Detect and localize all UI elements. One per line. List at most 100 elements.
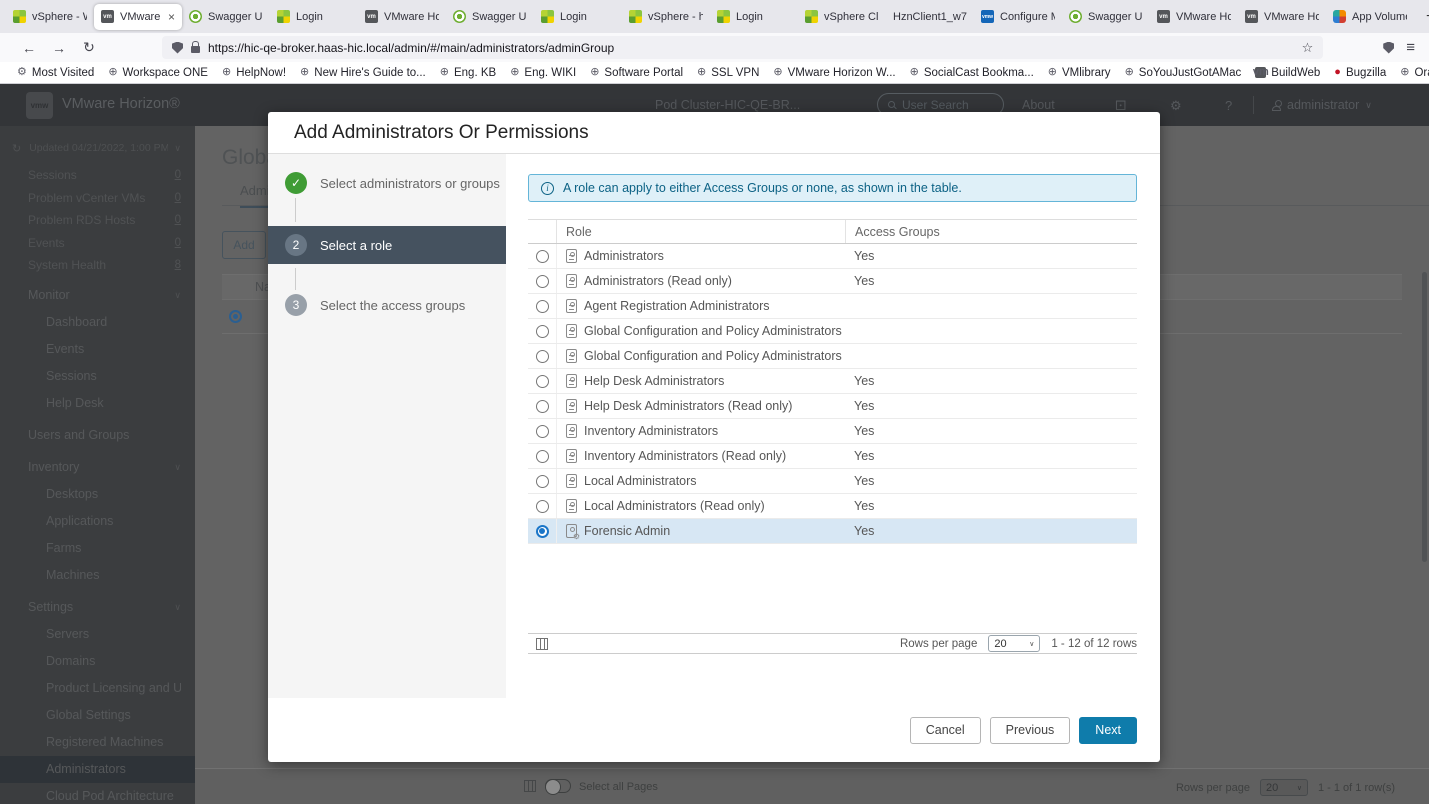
- rows-per-page-select[interactable]: 20 ∨: [1260, 779, 1308, 796]
- tab-close-icon[interactable]: ×: [168, 10, 175, 24]
- cancel-button[interactable]: Cancel: [910, 717, 981, 744]
- role-radio[interactable]: [536, 325, 549, 338]
- tracking-shield-icon[interactable]: [172, 42, 183, 54]
- step-select-role[interactable]: 2 Select a role: [268, 226, 506, 264]
- step-select-access-groups[interactable]: 3 Select the access groups: [268, 294, 506, 316]
- sidebar-item[interactable]: Events 0: [0, 232, 195, 255]
- role-radio[interactable]: [536, 525, 549, 538]
- browser-tab[interactable]: vSphere - hic: [622, 4, 710, 30]
- role-radio[interactable]: [536, 500, 549, 513]
- role-radio[interactable]: [536, 425, 549, 438]
- role-row[interactable]: Inventory Administrators (Read only) Yes: [528, 444, 1137, 469]
- browser-tab[interactable]: VMware Horiz: [1238, 4, 1326, 30]
- sidebar-item[interactable]: Inventory ∨: [0, 454, 195, 481]
- role-row[interactable]: Administrators (Read only) Yes: [528, 269, 1137, 294]
- account-shield-icon[interactable]: [1383, 42, 1394, 54]
- browser-tab[interactable]: VMware Horiz: [1150, 4, 1238, 30]
- browser-tab[interactable]: Login: [534, 4, 622, 30]
- browser-tab[interactable]: Swagger UI: [182, 4, 270, 30]
- reload-button[interactable]: ↻: [74, 39, 104, 56]
- role-row[interactable]: Local Administrators (Read only) Yes: [528, 494, 1137, 519]
- role-row[interactable]: Help Desk Administrators Yes: [528, 369, 1137, 394]
- sidebar-item[interactable]: Sessions 0: [0, 164, 195, 187]
- user-menu[interactable]: administrator ∨: [1272, 98, 1372, 112]
- bookmark-item[interactable]: Eng. WIKI: [503, 67, 583, 79]
- bookmark-item[interactable]: VMware Horizon W...: [766, 67, 902, 79]
- browser-tab[interactable]: VMware Hor ×: [94, 4, 182, 30]
- sidebar-item[interactable]: Problem vCenter VMs 0: [0, 187, 195, 210]
- role-radio[interactable]: [536, 450, 549, 463]
- role-radio[interactable]: [536, 475, 549, 488]
- role-radio[interactable]: [536, 250, 549, 263]
- sidebar-item[interactable]: Help Desk: [0, 390, 195, 417]
- browser-tab[interactable]: VMware Horiz: [358, 4, 446, 30]
- bookmark-item[interactable]: Most Visited: [10, 67, 101, 79]
- next-button[interactable]: Next: [1079, 717, 1137, 744]
- role-radio[interactable]: [536, 275, 549, 288]
- sidebar-item[interactable]: Users and Groups: [0, 422, 195, 449]
- radio-selected[interactable]: [229, 310, 242, 323]
- step-select-administrators[interactable]: ✓ Select administrators or groups: [268, 172, 506, 194]
- lock-icon[interactable]: [191, 46, 200, 53]
- column-toggle-icon[interactable]: [524, 780, 536, 792]
- sidebar-item[interactable]: Settings ∨: [0, 594, 195, 621]
- role-radio[interactable]: [536, 375, 549, 388]
- browser-tab[interactable]: vSphere - Win: [6, 4, 94, 30]
- about-link[interactable]: About: [1022, 98, 1055, 112]
- bookmark-star-icon[interactable]: ☆: [1302, 40, 1314, 56]
- role-row[interactable]: Inventory Administrators Yes: [528, 419, 1137, 444]
- select-all-toggle[interactable]: [545, 779, 571, 793]
- rows-per-page-select[interactable]: 20 ∨: [988, 635, 1040, 652]
- role-radio[interactable]: [536, 350, 549, 363]
- sidebar-item[interactable]: Monitor ∨: [0, 282, 195, 309]
- bookmark-item[interactable]: Oracle Apps: [1393, 67, 1429, 79]
- new-tab-button[interactable]: +: [1414, 8, 1429, 26]
- sidebar-item[interactable]: Servers: [0, 621, 195, 648]
- role-row[interactable]: Administrators Yes: [528, 244, 1137, 269]
- bell-icon[interactable]: ⚀: [1115, 99, 1126, 112]
- sidebar-item[interactable]: Product Licensing and Usage: [0, 675, 195, 702]
- browser-tab[interactable]: Configure Mail: [974, 4, 1062, 30]
- sidebar-item[interactable]: Machines: [0, 562, 195, 589]
- forward-button[interactable]: →: [44, 40, 74, 56]
- browser-tab[interactable]: Swagger UI: [446, 4, 534, 30]
- bookmark-item[interactable]: Eng. KB: [433, 67, 503, 79]
- sidebar-item[interactable]: Sessions: [0, 363, 195, 390]
- bookmark-item[interactable]: SocialCast Bookma...: [903, 67, 1041, 79]
- sidebar-item[interactable]: Farms: [0, 535, 195, 562]
- role-row[interactable]: Help Desk Administrators (Read only) Yes: [528, 394, 1137, 419]
- role-radio[interactable]: [536, 300, 549, 313]
- sidebar-item[interactable]: Global Settings: [0, 702, 195, 729]
- sidebar-item[interactable]: Dashboard: [0, 309, 195, 336]
- role-row[interactable]: Agent Registration Administrators: [528, 294, 1137, 319]
- column-toggle-icon[interactable]: [536, 638, 548, 650]
- browser-tab[interactable]: App Volumes: [1326, 4, 1414, 30]
- gear-icon[interactable]: ⚙: [1170, 99, 1182, 112]
- bookmark-item[interactable]: SoYouJustGotAMac: [1118, 67, 1249, 79]
- role-row[interactable]: Global Configuration and Policy Administ…: [528, 319, 1137, 344]
- role-radio[interactable]: [536, 400, 549, 413]
- sidebar-item[interactable]: Updated 04/21/2022, 1:00 PM ∨: [0, 132, 195, 164]
- bookmark-item[interactable]: VMlibrary: [1041, 67, 1118, 79]
- bookmark-item[interactable]: SSL VPN: [690, 67, 766, 79]
- role-row[interactable]: Global Configuration and Policy Administ…: [528, 344, 1137, 369]
- bookmark-item[interactable]: Software Portal: [583, 67, 690, 79]
- bookmark-item[interactable]: HelpNow!: [215, 67, 293, 79]
- sidebar-item[interactable]: Registered Machines: [0, 729, 195, 756]
- browser-tab[interactable]: vSphere Client: [798, 4, 886, 30]
- add-button[interactable]: Add: [222, 231, 266, 259]
- sidebar-item[interactable]: Cloud Pod Architecture: [0, 783, 195, 804]
- browser-tab[interactable]: HznClient1_w7: [886, 4, 974, 30]
- bookmark-item[interactable]: Bugzilla: [1327, 67, 1393, 79]
- role-row[interactable]: Forensic Admin Yes: [528, 519, 1137, 544]
- previous-button[interactable]: Previous: [990, 717, 1071, 744]
- sidebar-item[interactable]: Events: [0, 336, 195, 363]
- browser-tab[interactable]: Login: [710, 4, 798, 30]
- back-button[interactable]: ←: [14, 40, 44, 56]
- url-text[interactable]: https://hic-qe-broker.haas-hic.local/adm…: [208, 41, 1294, 55]
- sidebar-item[interactable]: Desktops: [0, 481, 195, 508]
- menu-icon[interactable]: ≡: [1406, 39, 1415, 56]
- help-icon[interactable]: ?: [1225, 99, 1232, 112]
- bookmark-item[interactable]: Workspace ONE: [101, 67, 215, 79]
- sidebar-item[interactable]: Applications: [0, 508, 195, 535]
